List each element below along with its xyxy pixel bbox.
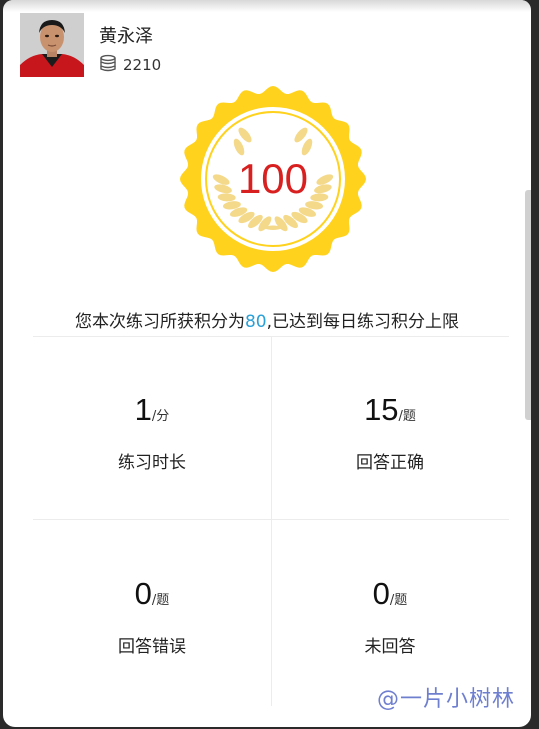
stat-correct: 15/题 回答正确 xyxy=(271,336,509,516)
result-screen: 黄永泽 2210 100 您本次练习所获积分为80,已达到每日练习积分上限 1 … xyxy=(3,0,531,727)
coin-stack-icon xyxy=(99,54,117,76)
stat-label: 练习时长 xyxy=(118,453,186,473)
stat-unit: /分 xyxy=(151,409,170,424)
stat-value: 0 xyxy=(372,576,390,611)
stat-label: 回答正确 xyxy=(356,453,424,473)
stat-practice-time: 1/分 练习时长 xyxy=(33,336,271,516)
earned-points: 80 xyxy=(244,312,267,332)
top-shadow xyxy=(3,0,531,12)
badge-score: 100 xyxy=(237,155,309,202)
points-value: 2210 xyxy=(123,56,162,74)
stat-label: 未回答 xyxy=(364,637,416,657)
stat-unit: /题 xyxy=(389,593,408,608)
scroll-edge xyxy=(525,190,531,420)
summary-text: 您本次练习所获积分为80,已达到每日练习积分上限 xyxy=(3,307,531,332)
score-badge: 100 xyxy=(179,85,367,273)
stat-unanswered: 0/题 未回答 xyxy=(271,520,509,700)
stat-value: 0 xyxy=(134,576,152,611)
summary-prefix: 您本次练习所获积分为 xyxy=(74,312,245,332)
stat-wrong: 0/题 回答错误 xyxy=(33,520,271,700)
stat-value: 15 xyxy=(364,392,399,427)
points-row: 2210 xyxy=(99,54,161,76)
stats-grid: 1/分 练习时长 15/题 回答正确 0/题 回答错误 0/题 未回答 xyxy=(33,336,509,706)
stat-unit: /题 xyxy=(151,593,170,608)
summary-suffix: ,已达到每日练习积分上限 xyxy=(266,312,460,332)
watermark: @一片小树林 xyxy=(376,687,515,712)
stat-unit: /题 xyxy=(398,409,416,424)
avatar[interactable] xyxy=(20,13,84,77)
stat-value: 1 xyxy=(134,392,152,427)
user-name: 黄永泽 xyxy=(99,26,153,47)
stat-label: 回答错误 xyxy=(118,637,186,657)
